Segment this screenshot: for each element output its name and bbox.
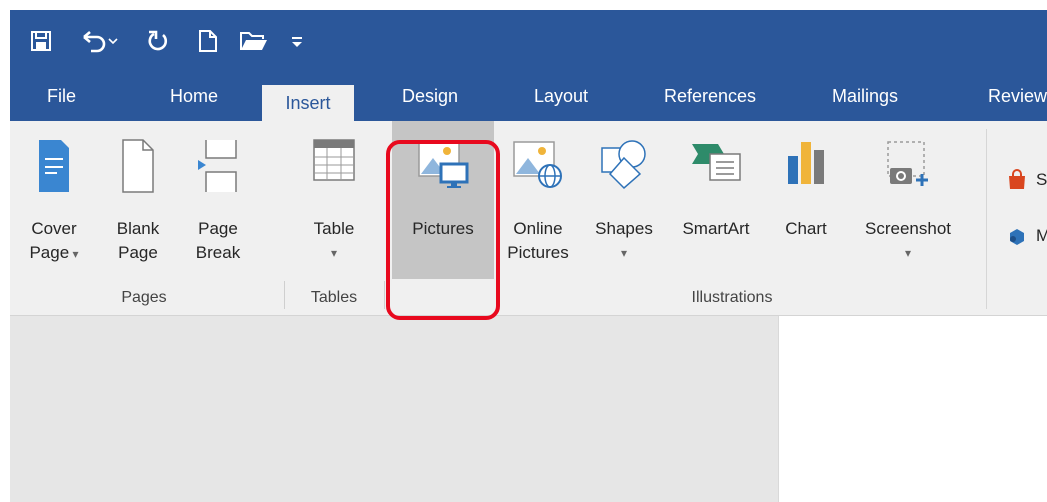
dropdown-arrow-icon: ▾ — [330, 246, 338, 260]
customize-qat-icon[interactable] — [282, 24, 312, 58]
screenshot-icon — [887, 141, 928, 186]
page-break-label-2: Break — [195, 243, 241, 262]
group-label-tables: Tables — [310, 289, 358, 306]
store-label: S — [1036, 170, 1047, 189]
page-break-button[interactable]: Page Break — [182, 121, 254, 279]
page-break-icon — [198, 140, 237, 192]
blank-page-label-2: Page — [118, 243, 158, 262]
table-button[interactable]: Table ▾ — [294, 121, 374, 279]
document-page[interactable] — [778, 316, 1047, 502]
my-addins-label: M — [1036, 226, 1047, 245]
pictures-icon — [418, 141, 469, 188]
page-break-label-1: Page — [198, 219, 238, 238]
table-icon — [313, 139, 355, 181]
smartart-icon — [692, 144, 741, 181]
group-label-illustrations: Illustrations — [691, 289, 773, 306]
online-pictures-icon — [513, 141, 562, 188]
smartart-label: SmartArt — [682, 219, 750, 238]
tab-mailings[interactable]: Mailings — [832, 72, 898, 121]
tab-review[interactable]: Review — [988, 72, 1047, 121]
blank-page-icon — [122, 139, 154, 193]
online-pictures-label-1: Online — [513, 219, 563, 238]
tab-insert[interactable]: Insert — [262, 85, 354, 121]
cover-page-label-2: Page — [29, 243, 70, 262]
pictures-label: Pictures — [412, 219, 474, 238]
word-window: File Home Insert Design Layout Reference… — [10, 10, 1047, 502]
dropdown-arrow-icon: ▾ — [620, 246, 628, 260]
chart-icon — [788, 142, 824, 184]
dropdown-arrow-icon: ▾ — [904, 246, 912, 260]
redo-icon[interactable] — [140, 24, 176, 58]
save-icon[interactable] — [24, 24, 58, 58]
tab-layout[interactable]: Layout — [534, 72, 588, 121]
ribbon-tabs: File Home Insert Design Layout Reference… — [10, 72, 1047, 121]
group-separator — [284, 281, 285, 309]
cover-page-button[interactable]: Cover Page ▾ — [16, 121, 92, 279]
document-background — [10, 316, 778, 502]
shapes-button[interactable]: Shapes ▾ — [582, 121, 666, 279]
new-document-icon[interactable] — [190, 24, 226, 58]
group-label-pages: Pages — [121, 289, 167, 306]
dropdown-arrow-icon: ▾ — [69, 247, 79, 261]
online-pictures-button[interactable]: Online Pictures — [496, 121, 580, 279]
blank-page-label-1: Blank — [116, 219, 160, 238]
undo-icon[interactable] — [74, 24, 124, 58]
group-separator — [384, 281, 385, 309]
store-icon — [1009, 169, 1025, 189]
store-button[interactable]: S — [1006, 165, 1047, 195]
tab-references[interactable]: References — [664, 72, 756, 121]
shapes-label: Shapes — [595, 219, 653, 238]
pictures-button[interactable]: Pictures — [392, 121, 494, 279]
tab-file[interactable]: File — [47, 72, 76, 121]
chart-button[interactable]: Chart — [770, 121, 842, 279]
screenshot-button[interactable]: Screenshot ▾ — [846, 121, 970, 279]
table-label: Table — [313, 219, 355, 238]
open-folder-icon[interactable] — [234, 24, 274, 58]
cover-page-label-1: Cover — [31, 219, 77, 238]
group-separator — [986, 129, 987, 309]
quick-access-toolbar — [10, 10, 1047, 72]
my-addins-icon — [1010, 229, 1024, 245]
tab-design[interactable]: Design — [402, 72, 458, 121]
blank-page-button[interactable]: Blank Page — [106, 121, 170, 279]
chart-label: Chart — [785, 219, 827, 238]
cover-page-icon — [39, 140, 69, 192]
online-pictures-label-2: Pictures — [507, 243, 569, 262]
ribbon-insert: Cover Page ▾ Blank Page Page Break Pages — [10, 121, 1047, 316]
smartart-button[interactable]: SmartArt — [666, 121, 766, 279]
tab-home[interactable]: Home — [170, 72, 218, 121]
screenshot-label: Screenshot — [865, 219, 951, 238]
my-addins-button[interactable]: M — [1006, 221, 1047, 251]
shapes-icon — [601, 140, 646, 190]
